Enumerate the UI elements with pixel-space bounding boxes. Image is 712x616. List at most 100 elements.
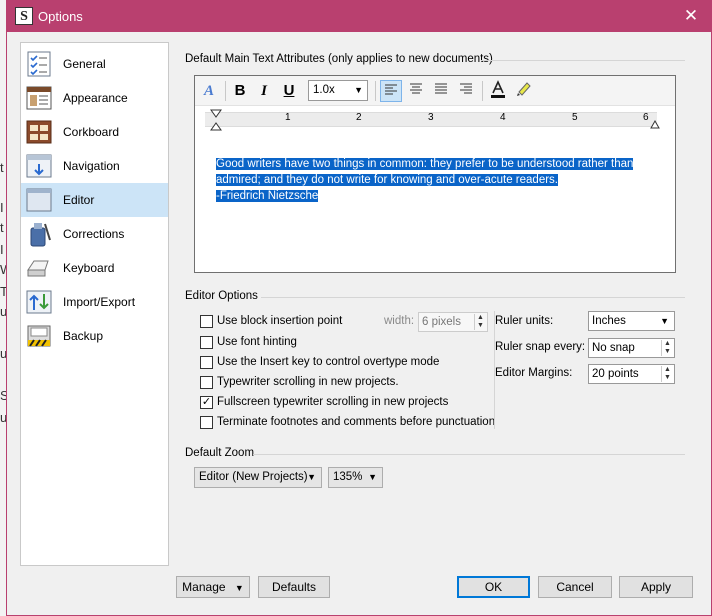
editor-margins-label: Editor Margins: [495,367,573,379]
close-icon[interactable]: ✕ [679,5,703,27]
zoom-level-select[interactable]: 135% ▼ [328,467,383,488]
editor-icon [26,188,52,212]
background-text: t [0,220,4,235]
keyboard-icon [27,260,49,277]
ok-button[interactable]: OK [457,576,530,598]
ruler-units-select[interactable]: Inches ▼ [588,311,675,331]
checklist-icon [27,51,51,77]
backup-icon [27,325,51,347]
sidebar-item-label: Navigation [63,159,120,173]
section-divider [253,454,685,455]
checkbox-label: Fullscreen typewriter scrolling in new p… [217,396,449,408]
spinner-icon[interactable]: ▲ ▼ [661,366,673,382]
import-export-icon [26,290,52,314]
ruler-number: 6 [643,112,649,123]
checkbox-label: Typewriter scrolling in new projects. [217,376,399,388]
width-value: 6 pixels [422,316,461,328]
text-color-button[interactable] [487,80,509,102]
editor-options-heading: Editor Options [185,290,258,302]
spinner-icon[interactable]: ▲ ▼ [474,314,486,330]
editor-margins-value: 20 points [592,368,639,380]
text-attributes-heading: Default Main Text Attributes (only appli… [185,53,493,65]
editor-margins-stepper[interactable]: 20 points ▲ ▼ [588,364,675,384]
checkbox[interactable] [200,336,213,349]
justify-button[interactable] [430,80,452,102]
align-right-button[interactable] [455,80,477,102]
checkbox-label: Use block insertion point [217,315,343,327]
sidebar-item-navigation[interactable]: Navigation [21,149,168,183]
ruler-number: 3 [428,112,434,123]
right-margin-marker-icon[interactable] [650,119,660,129]
checkbox[interactable] [200,416,213,429]
sidebar-item-appearance[interactable]: Appearance [21,81,168,115]
align-center-icon [410,83,422,94]
sidebar-item-editor[interactable]: Editor [21,183,168,217]
chevron-down-icon: ▼ [368,472,377,482]
highlight-button[interactable] [512,80,534,102]
sidebar-item-backup[interactable]: Backup [21,319,168,353]
background-text: t [0,160,4,175]
navigation-icon [26,154,52,178]
ruler-number: 2 [356,112,362,123]
width-stepper[interactable]: 6 pixels ▲ ▼ [418,312,488,332]
text-color-icon [491,80,505,98]
italic-button[interactable]: I [253,80,275,102]
checkbox-label: Terminate footnotes and comments before … [217,416,496,428]
sidebar-item-corkboard[interactable]: Corkboard [21,115,168,149]
chevron-down-icon: ▼ [660,316,669,326]
font-icon[interactable]: A [198,80,220,102]
justify-icon [435,83,447,94]
align-center-button[interactable] [405,80,427,102]
manage-button[interactable]: Manage ▼ [176,576,250,598]
ruler-number: 1 [285,112,291,123]
manage-label: Manage [182,580,226,594]
sample-text-line: -Friedrich Nietzsche [216,190,319,202]
zoom-mode-select[interactable]: Editor (New Projects) ▼ [194,467,322,488]
sidebar-item-keyboard[interactable]: Keyboard [21,251,168,285]
section-divider [481,60,685,61]
zoom-mode-value: Editor (New Projects) [199,471,308,483]
ruler-number: 5 [572,112,578,123]
sample-text-line: Good writers have two things in common: … [216,158,634,170]
spinner-icon[interactable]: ▲ ▼ [661,340,673,356]
ruler-snap-stepper[interactable]: No snap ▲ ▼ [588,338,675,358]
ruler[interactable]: 1 2 3 4 5 6 [195,109,675,131]
sidebar-item-general[interactable]: General [21,47,168,81]
chevron-down-icon: ▼ [354,85,363,95]
sidebar-item-corrections[interactable]: Corrections [21,217,168,251]
sidebar-item-label: Appearance [63,91,128,105]
default-zoom-heading: Default Zoom [185,447,255,459]
align-left-icon [385,84,397,95]
ruler-number: 4 [500,112,506,123]
line-spacing-select[interactable]: 1.0x ▼ [308,80,368,101]
appearance-icon [26,86,52,110]
corrections-icon [30,223,51,247]
toolbar-separator [225,81,226,101]
apply-button[interactable]: Apply [619,576,693,598]
checkbox[interactable] [200,376,213,389]
defaults-button[interactable]: Defaults [258,576,330,598]
section-divider [261,297,685,298]
background-text: I [0,242,4,257]
checkbox-checked[interactable]: ✓ [200,396,213,409]
chevron-down-icon: ▼ [307,472,316,482]
cancel-button[interactable]: Cancel [538,576,612,598]
sidebar-item-import-export[interactable]: Import/Export [21,285,168,319]
sidebar-item-label: Import/Export [63,295,136,309]
align-left-button[interactable] [380,80,402,102]
underline-button[interactable]: U [278,80,300,102]
sample-text[interactable]: Good writers have two things in common: … [216,156,666,204]
text-attributes-editor[interactable]: A B I U 1.0x ▼ 1 2 3 4 5 6 Good writers … [194,75,676,273]
toolbar-separator [482,81,483,101]
sidebar-item-label: Keyboard [63,261,115,275]
sample-text-line: admired; and they do not write for knowi… [216,174,558,186]
checkbox[interactable] [200,315,213,328]
checkbox[interactable] [200,356,213,369]
checkbox-label: Use the Insert key to control overtype m… [217,356,440,368]
sidebar-item-label: Corrections [63,227,125,241]
align-right-icon [460,83,472,94]
ruler-units-value: Inches [592,315,626,327]
bold-button[interactable]: B [229,80,251,102]
title-bar[interactable]: S Options ✕ [7,1,711,32]
indent-marker-icon[interactable] [210,109,222,131]
